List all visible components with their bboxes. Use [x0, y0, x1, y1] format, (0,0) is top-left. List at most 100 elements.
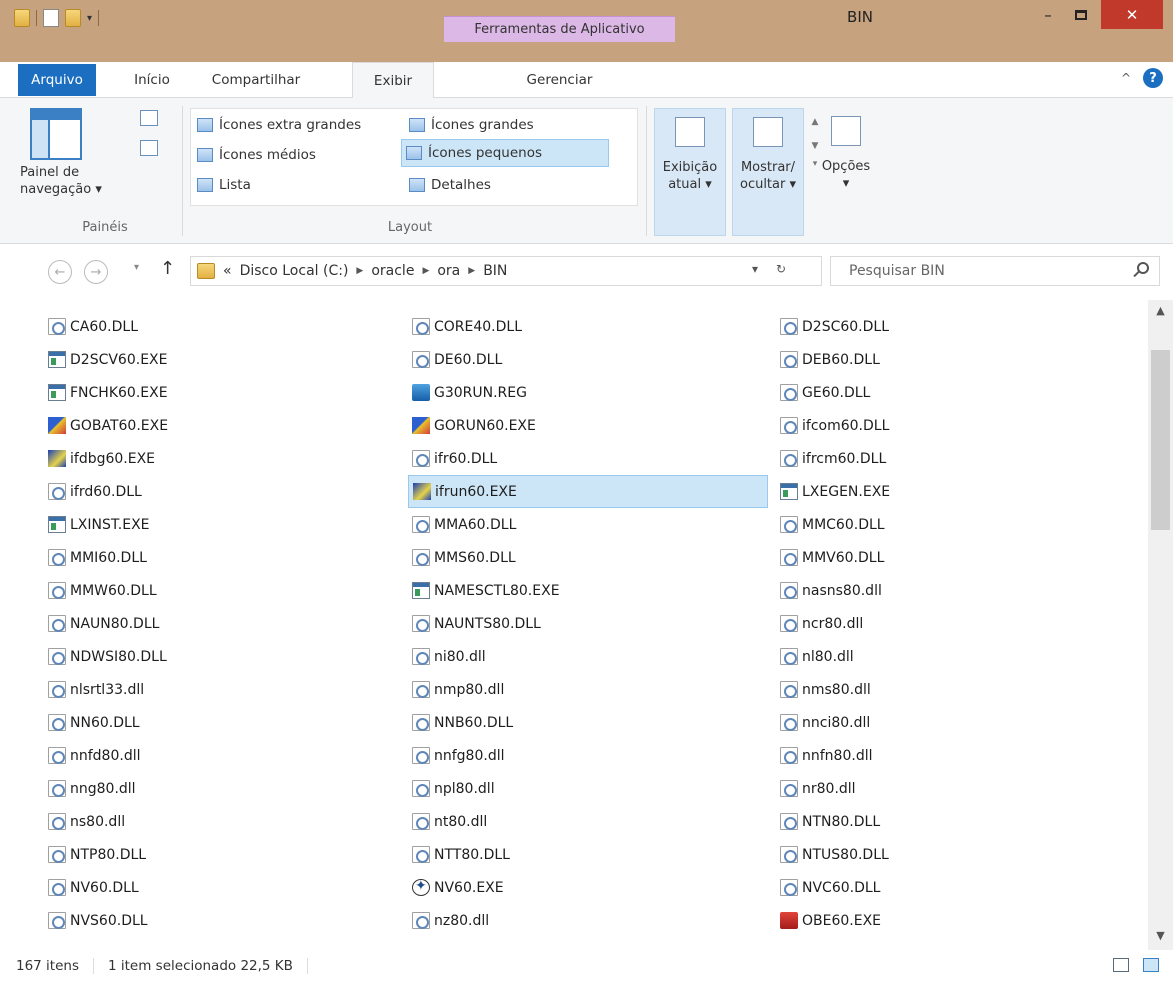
file-item[interactable]: ifcom60.DLL	[776, 409, 1136, 442]
layout-large-icons[interactable]: Ícones grandes	[405, 111, 538, 139]
file-item[interactable]: nms80.dll	[776, 673, 1136, 706]
file-item[interactable]: ifrcm60.DLL	[776, 442, 1136, 475]
scrollbar-thumb[interactable]	[1151, 350, 1170, 530]
file-item[interactable]: NAMESCTL80.EXE	[408, 574, 768, 607]
file-item[interactable]: LXINST.EXE	[44, 508, 404, 541]
minimize-button[interactable]: –	[1032, 0, 1064, 29]
file-item[interactable]: NTN80.DLL	[776, 805, 1136, 838]
file-item[interactable]: MMW60.DLL	[44, 574, 404, 607]
file-item[interactable]: NDWSI80.DLL	[44, 640, 404, 673]
new-folder-icon[interactable]	[65, 9, 81, 27]
file-item[interactable]: ni80.dll	[408, 640, 768, 673]
recent-locations-icon[interactable]: ▾	[134, 262, 139, 273]
tab-compartilhar[interactable]: Compartilhar	[196, 62, 316, 98]
refresh-icon[interactable]: ↻	[776, 262, 786, 276]
file-item[interactable]: MMA60.DLL	[408, 508, 768, 541]
tab-inicio[interactable]: Início	[120, 62, 184, 98]
file-item[interactable]: nasns80.dll	[776, 574, 1136, 607]
help-icon[interactable]: ?	[1143, 68, 1163, 88]
breadcrumb-oracle[interactable]: oracle	[371, 263, 414, 279]
file-item[interactable]: D2SCV60.EXE	[44, 343, 404, 376]
file-item[interactable]: NTP80.DLL	[44, 838, 404, 871]
file-item[interactable]: NN60.DLL	[44, 706, 404, 739]
file-item[interactable]: GE60.DLL	[776, 376, 1136, 409]
file-item[interactable]: DE60.DLL	[408, 343, 768, 376]
breadcrumb-arrow-icon[interactable]: ▶	[422, 266, 429, 276]
breadcrumb-ora[interactable]: ora	[437, 263, 460, 279]
scroll-up-icon[interactable]: ▲	[1148, 304, 1173, 317]
file-item[interactable]: nng80.dll	[44, 772, 404, 805]
back-button[interactable]: ←	[48, 260, 72, 284]
file-item[interactable]: NAUNTS80.DLL	[408, 607, 768, 640]
tab-exibir[interactable]: Exibir	[352, 62, 434, 99]
nav-pane-label[interactable]: Painel de navegação ▾	[20, 164, 102, 198]
file-item[interactable]: GOBAT60.EXE	[44, 409, 404, 442]
layout-extra-large-icons[interactable]: Ícones extra grandes	[193, 111, 365, 139]
file-item[interactable]: nnci80.dll	[776, 706, 1136, 739]
search-input[interactable]: Pesquisar BIN	[830, 256, 1160, 286]
options-button[interactable]: Opções ▾	[810, 108, 882, 236]
file-item[interactable]: DEB60.DLL	[776, 343, 1136, 376]
file-item[interactable]: MMS60.DLL	[408, 541, 768, 574]
address-box[interactable]: « Disco Local (C:) ▶ oracle ▶ ora ▶ BIN	[190, 256, 822, 286]
file-item[interactable]: MMV60.DLL	[776, 541, 1136, 574]
breadcrumb-arrow-icon[interactable]: ▶	[468, 266, 475, 276]
file-item[interactable]: G30RUN.REG	[408, 376, 768, 409]
show-hide-button[interactable]: Mostrar/ ocultar ▾	[732, 108, 804, 236]
file-item[interactable]: NTT80.DLL	[408, 838, 768, 871]
file-item[interactable]: NNB60.DLL	[408, 706, 768, 739]
scroll-down-icon[interactable]: ▼	[1148, 929, 1173, 942]
file-item[interactable]: D2SC60.DLL	[776, 310, 1136, 343]
breadcrumb-arrow-icon[interactable]: ▶	[356, 266, 363, 276]
file-item[interactable]: nnfn80.dll	[776, 739, 1136, 772]
file-item[interactable]: NVS60.DLL	[44, 904, 404, 937]
file-item[interactable]: ifr60.DLL	[408, 442, 768, 475]
customize-qat-icon[interactable]: ▾	[87, 13, 92, 24]
file-item[interactable]: ns80.dll	[44, 805, 404, 838]
file-item[interactable]: npl80.dll	[408, 772, 768, 805]
details-view-icon[interactable]	[1113, 958, 1129, 972]
vertical-scrollbar[interactable]: ▲ ▼	[1148, 300, 1173, 950]
file-item[interactable]: nt80.dll	[408, 805, 768, 838]
properties-icon[interactable]	[43, 9, 59, 27]
file-item[interactable]: nl80.dll	[776, 640, 1136, 673]
file-item[interactable]: NVC60.DLL	[776, 871, 1136, 904]
file-item[interactable]: GORUN60.EXE	[408, 409, 768, 442]
file-item[interactable]: ifrun60.EXE	[408, 475, 768, 508]
file-item[interactable]: ifdbg60.EXE	[44, 442, 404, 475]
address-dropdown-icon[interactable]: ▾	[752, 262, 758, 276]
large-icons-view-icon[interactable]	[1143, 958, 1159, 972]
tab-arquivo[interactable]: Arquivo	[18, 64, 96, 96]
breadcrumb-disco-local[interactable]: Disco Local (C:)	[240, 263, 349, 279]
details-pane-icon[interactable]	[140, 140, 158, 156]
file-item[interactable]: MMI60.DLL	[44, 541, 404, 574]
file-item[interactable]: FNCHK60.EXE	[44, 376, 404, 409]
file-item[interactable]: nmp80.dll	[408, 673, 768, 706]
file-item[interactable]: ncr80.dll	[776, 607, 1136, 640]
maximize-button[interactable]	[1065, 0, 1097, 29]
current-view-button[interactable]: Exibição atual ▾	[654, 108, 726, 236]
minimize-ribbon-icon[interactable]: ^	[1121, 71, 1131, 85]
file-item[interactable]: nz80.dll	[408, 904, 768, 937]
breadcrumb-overflow[interactable]: «	[223, 263, 232, 279]
file-item[interactable]: nlsrtl33.dll	[44, 673, 404, 706]
folder-icon[interactable]	[14, 9, 30, 27]
file-item[interactable]: nnfd80.dll	[44, 739, 404, 772]
preview-pane-icon[interactable]	[140, 110, 158, 126]
file-item[interactable]: nnfg80.dll	[408, 739, 768, 772]
layout-list[interactable]: Lista	[193, 171, 255, 199]
file-item[interactable]: NV60.EXE	[408, 871, 768, 904]
file-item[interactable]: ifrd60.DLL	[44, 475, 404, 508]
file-item[interactable]: OBE60.EXE	[776, 904, 1136, 937]
file-item[interactable]: NTUS80.DLL	[776, 838, 1136, 871]
forward-button[interactable]: →	[84, 260, 108, 284]
close-button[interactable]: ✕	[1101, 0, 1163, 29]
breadcrumb-bin[interactable]: BIN	[483, 263, 507, 279]
nav-pane-button[interactable]	[30, 108, 110, 160]
layout-small-icons[interactable]: Ícones pequenos	[401, 139, 609, 167]
layout-details[interactable]: Detalhes	[405, 171, 495, 199]
file-item[interactable]: MMC60.DLL	[776, 508, 1136, 541]
search-icon[interactable]	[1137, 262, 1149, 274]
file-item[interactable]: NV60.DLL	[44, 871, 404, 904]
up-arrow-icon[interactable]: ↑	[160, 258, 175, 279]
